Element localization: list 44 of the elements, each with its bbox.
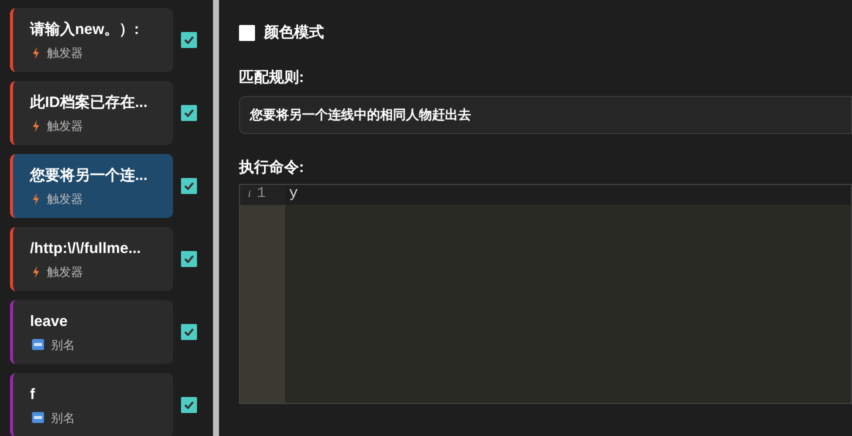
- checkbox-label: 颜色模式: [264, 23, 324, 43]
- item-type: 触发器: [47, 44, 83, 60]
- check-icon: [184, 328, 194, 336]
- item-title: leave: [30, 312, 69, 332]
- checkbox[interactable]: [181, 324, 197, 340]
- checkbox[interactable]: [181, 178, 197, 194]
- line-number: 1: [256, 184, 266, 204]
- field-label: 执行命令:: [239, 158, 305, 178]
- list-item[interactable]: 请输入new。）: 触发器: [10, 8, 173, 72]
- item-title: /http:\/\/fullme...: [30, 238, 142, 258]
- item-type: 别名: [51, 410, 75, 426]
- scrollbar[interactable]: [213, 0, 219, 436]
- item-type: 触发器: [47, 118, 83, 134]
- lightning-icon: [32, 46, 40, 58]
- check-icon: [184, 36, 194, 44]
- checkbox[interactable]: [181, 105, 197, 121]
- checkbox[interactable]: [181, 397, 197, 413]
- list-item[interactable]: 此ID档案已存在... 触发器: [10, 81, 173, 145]
- code-editor[interactable]: i 1 y: [239, 184, 852, 404]
- input-field[interactable]: 您要将另一个连线中的相同人物赶出去: [239, 96, 852, 134]
- field-label: 匹配规则:: [239, 68, 305, 88]
- item-type: 别名: [51, 336, 75, 352]
- list-item[interactable]: 您要将另一个连... 触发器: [10, 154, 173, 218]
- check-icon: [184, 401, 194, 409]
- list-item[interactable]: leave 别名: [10, 300, 173, 364]
- checkbox[interactable]: [239, 25, 255, 42]
- item-title: 此ID档案已存在...: [30, 92, 149, 112]
- item-type: 触发器: [47, 264, 83, 280]
- check-icon: [184, 255, 194, 263]
- list-item[interactable]: /http:\/\/fullme... 触发器: [10, 227, 173, 291]
- lightning-icon: [32, 120, 40, 132]
- item-type: 触发器: [47, 190, 83, 206]
- list-item[interactable]: f 别名: [10, 373, 173, 436]
- check-icon: [184, 182, 194, 190]
- lightning-icon: [32, 192, 40, 204]
- lightning-icon: [32, 266, 40, 278]
- code-line: y: [289, 184, 298, 204]
- item-title: 您要将另一个连...: [30, 166, 149, 186]
- check-icon: [184, 109, 194, 117]
- checkbox[interactable]: [181, 32, 197, 48]
- checkbox[interactable]: [181, 251, 197, 267]
- line-marker: i: [248, 188, 251, 202]
- item-title: 请输入new。）:: [30, 20, 140, 40]
- item-title: f: [30, 384, 36, 404]
